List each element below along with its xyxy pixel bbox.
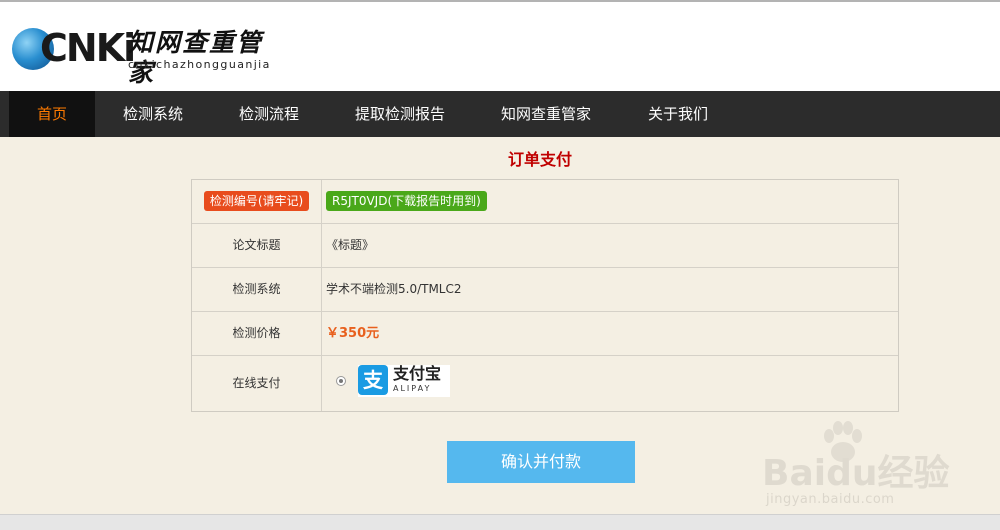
row-label: 检测价格 xyxy=(192,312,322,355)
site-header: CNKi 知网查重管家 cnkichazhongguanjia xyxy=(0,2,1000,91)
price-value: ￥350元 xyxy=(326,326,380,341)
brand-pinyin: cnkichazhongguanjia xyxy=(128,58,271,71)
paper-title-value: 《标题》 xyxy=(326,238,375,252)
row-label: 在线支付 xyxy=(192,356,322,411)
table-row: 论文标题 《标题》 xyxy=(192,224,898,268)
logo-text: CNKi xyxy=(40,26,136,70)
table-row: 检测系统 学术不端检测5.0/TMLC2 xyxy=(192,268,898,312)
nav-item-detection-process[interactable]: 检测流程 xyxy=(239,91,299,137)
order-id-label-tag: 检测编号(请牢记) xyxy=(203,191,310,211)
alipay-icon: 支 xyxy=(358,365,388,395)
row-label: 检测系统 xyxy=(192,268,322,311)
nav-item-get-report[interactable]: 提取检测报告 xyxy=(355,91,445,137)
nav-item-cnki-manager[interactable]: 知网查重管家 xyxy=(501,91,591,137)
nav-item-about-us[interactable]: 关于我们 xyxy=(648,91,708,137)
order-table: 检测编号(请牢记) R5JT0VJD(下载报告时用到) 论文标题 《标题》 检测… xyxy=(191,179,899,412)
order-id-label-cell: 检测编号(请牢记) xyxy=(192,180,322,223)
table-row-order-id: 检测编号(请牢记) R5JT0VJD(下载报告时用到) xyxy=(192,180,898,224)
table-row-payment: 在线支付 支 支付宝 ALIPAY xyxy=(192,356,898,411)
radio-selected-dot xyxy=(339,379,343,383)
main-nav: 首页 检测系统 检测流程 提取检测报告 知网查重管家 关于我们 xyxy=(0,91,1000,137)
nav-item-home[interactable]: 首页 xyxy=(9,91,95,137)
watermark-brand: Baidu经验 xyxy=(762,453,950,494)
alipay-option[interactable]: 支 支付宝 ALIPAY xyxy=(358,365,450,397)
payment-options: 支 支付宝 ALIPAY xyxy=(326,356,886,411)
row-label: 论文标题 xyxy=(192,224,322,267)
alipay-sub: ALIPAY xyxy=(393,384,432,393)
order-id-value-tag: R5JT0VJD(下载报告时用到) xyxy=(326,191,487,211)
alipay-name: 支付宝 xyxy=(393,364,442,383)
nav-item-detection-system[interactable]: 检测系统 xyxy=(123,91,183,137)
baidu-jingyan-watermark: Baidu经验 jingyan.baidu.com xyxy=(762,420,1000,520)
table-row: 检测价格 ￥350元 xyxy=(192,312,898,356)
page-title: 订单支付 xyxy=(507,150,572,169)
detection-system-value: 学术不端检测5.0/TMLC2 xyxy=(326,282,462,296)
confirm-pay-button[interactable]: 确认并付款 xyxy=(447,441,635,483)
footer-bar xyxy=(0,514,1000,530)
alipay-radio[interactable] xyxy=(336,376,346,386)
site-logo[interactable]: CNKi 知网查重管家 cnkichazhongguanjia xyxy=(12,24,272,87)
watermark-domain: jingyan.baidu.com xyxy=(766,492,895,507)
